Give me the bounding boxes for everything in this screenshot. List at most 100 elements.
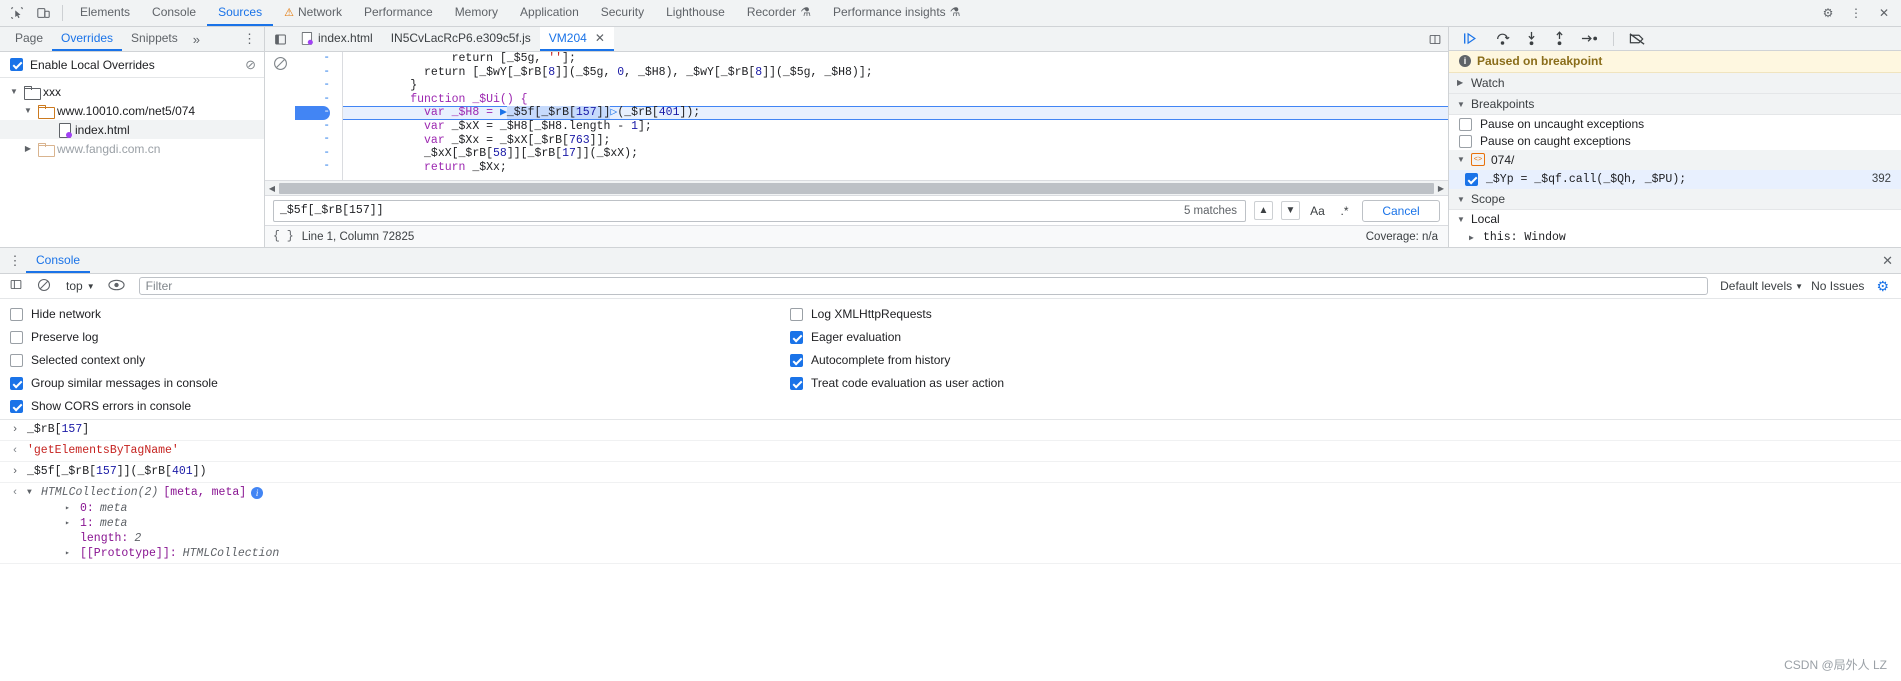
chevron-right-icon[interactable]: ▶ — [1469, 233, 1477, 243]
console-output-row[interactable]: ‹ ▼ HTMLCollection(2) [meta, meta] i ▸ 0: met… — [0, 483, 1901, 564]
object-property-row[interactable]: ▸ [[Prototype]]: HTMLCollection — [27, 546, 1893, 561]
nav-tab-overrides[interactable]: Overrides — [52, 27, 123, 51]
scrollbar-thumb[interactable] — [279, 182, 1434, 194]
nav-more-tabs-icon[interactable]: » — [187, 32, 206, 47]
enable-local-overrides-row[interactable]: Enable Local Overrides ⊘ — [0, 52, 264, 78]
console-filter-input[interactable]: Filter — [138, 277, 1709, 295]
info-icon[interactable]: i — [251, 487, 264, 499]
chevron-down-icon[interactable]: ▼ — [22, 106, 34, 115]
regex-button[interactable]: .* — [1335, 201, 1354, 220]
code-line[interactable]: function _$Ui() { — [343, 93, 1448, 107]
more-options-icon[interactable]: ⋮ — [1843, 1, 1869, 25]
match-case-button[interactable]: Aa — [1308, 201, 1327, 220]
code-line[interactable]: var _$Xx = _$xX[_$rB[763]]; — [343, 134, 1448, 148]
chevron-right-icon[interactable]: ▶ — [1457, 78, 1465, 87]
chevron-down-icon[interactable]: ▼ — [8, 87, 20, 96]
object-property-row[interactable]: ▸ 1: meta — [27, 516, 1893, 531]
tab-performance-insights[interactable]: Performance insights ⚗ — [822, 0, 971, 26]
treat-code-evaluation-checkbox[interactable] — [790, 376, 803, 390]
enable-local-overrides-checkbox[interactable] — [10, 58, 23, 71]
breakpoint-group-header[interactable]: ▼ <> 074/ — [1449, 150, 1901, 170]
group-similar-messages-checkbox[interactable] — [10, 376, 23, 390]
editor-tab-vm204[interactable]: VM204 ✕ — [539, 27, 614, 51]
log-level-selector[interactable]: Default levels ▼ — [1720, 279, 1803, 293]
step-over-next-function-call-icon[interactable] — [1495, 32, 1510, 46]
editor-tab-index-html[interactable]: index.html — [291, 27, 382, 51]
setting-eager-evaluation[interactable]: Eager evaluation — [790, 330, 1004, 344]
console-settings-gear-icon[interactable]: ⚙ — [1876, 278, 1895, 295]
tab-sources[interactable]: Sources — [207, 0, 274, 26]
setting-treat-code-evaluation-as-user-action[interactable]: Treat code evaluation as user action — [790, 376, 1004, 390]
clear-console-icon[interactable] — [34, 278, 54, 295]
selected-context-only-checkbox[interactable] — [10, 353, 23, 367]
nav-tab-snippets[interactable]: Snippets — [122, 27, 187, 51]
show-navigator-icon[interactable] — [269, 33, 291, 46]
scroll-left-icon[interactable]: ◀ — [265, 184, 279, 193]
log-xmlhttprequests-checkbox[interactable] — [790, 307, 803, 321]
chevron-right-icon[interactable]: ▸ — [65, 546, 74, 561]
search-next-button[interactable]: ▼ — [1281, 201, 1300, 220]
deactivate-breakpoints-icon[interactable] — [1629, 32, 1646, 46]
live-expression-icon[interactable] — [107, 279, 127, 294]
more-options-icon[interactable]: ⋮ — [243, 31, 256, 47]
tree-row[interactable]: ▼ www.10010.com/net5/074 — [0, 101, 264, 120]
code-line[interactable]: return [_$wY[_$rB[8]](_$5g, 0, _$H8), _$… — [343, 66, 1448, 80]
step-out-of-current-function-icon[interactable] — [1553, 31, 1566, 46]
step-into-next-function-call-icon[interactable] — [1525, 31, 1538, 46]
setting-log-xmlhttprequests[interactable]: Log XMLHttpRequests — [790, 307, 1004, 321]
code-editor[interactable]: - - - - - - - - - return [_$5g, '']; ret… — [265, 52, 1448, 180]
step-icon[interactable] — [1581, 32, 1598, 45]
search-cancel-button[interactable]: Cancel — [1362, 199, 1440, 222]
tab-lighthouse[interactable]: Lighthouse — [655, 0, 736, 26]
chevron-right-icon[interactable]: ▶ — [22, 144, 34, 153]
chevron-down-icon[interactable]: ▼ — [1457, 195, 1465, 204]
editor-more-icon[interactable] — [1428, 33, 1442, 46]
line-number-gutter[interactable]: - - - - - - - - - — [295, 52, 343, 180]
setting-show-cors-errors[interactable]: Show CORS errors in console — [10, 399, 790, 413]
execution-context-selector[interactable]: top ▼ — [62, 279, 99, 293]
close-drawer-icon[interactable]: ✕ — [1882, 253, 1893, 269]
chevron-down-icon[interactable]: ▼ — [1457, 100, 1465, 109]
close-icon[interactable]: ✕ — [1871, 1, 1897, 25]
resume-script-execution-icon[interactable] — [1463, 32, 1480, 45]
tab-security[interactable]: Security — [590, 0, 655, 26]
editor-horizontal-scrollbar[interactable]: ◀ ▶ — [265, 180, 1448, 195]
hide-network-checkbox[interactable] — [10, 307, 23, 321]
chevron-down-icon[interactable]: ▼ — [1457, 155, 1465, 164]
drawer-tab-console[interactable]: Console — [26, 248, 91, 273]
tab-application[interactable]: Application — [509, 0, 590, 26]
pause-on-caught-exceptions-checkbox[interactable] — [1459, 134, 1472, 148]
tab-network[interactable]: ⚠ Network — [273, 0, 353, 26]
code-line-container[interactable]: return [_$5g, '']; return [_$wY[_$rB[8]]… — [343, 52, 1448, 180]
pause-on-uncaught-exceptions-checkbox[interactable] — [1459, 117, 1472, 131]
object-property-row[interactable]: ▸ 0: meta — [27, 501, 1893, 516]
pretty-print-icon[interactable]: { } — [273, 230, 294, 243]
tab-performance[interactable]: Performance — [353, 0, 444, 26]
gear-icon[interactable]: ⚙ — [1815, 1, 1841, 25]
watch-section-header[interactable]: ▶ Watch — [1449, 72, 1901, 94]
code-line[interactable]: var _$xX = _$H8[_$H8.length - 1]; — [343, 120, 1448, 134]
tree-row[interactable]: ▼ xxx — [0, 82, 264, 101]
console-sidebar-icon[interactable] — [6, 278, 26, 294]
search-prev-button[interactable]: ▲ — [1254, 201, 1273, 220]
issues-counter[interactable]: No Issues — [1811, 279, 1868, 293]
breakpoint-item[interactable]: _$Yp = _$qf.call(_$Qh, _$PU); 392 — [1449, 169, 1901, 189]
search-input[interactable]: _$5f[_$rB[157]] 5 matches — [273, 199, 1246, 222]
chevron-down-icon[interactable]: ▼ — [1457, 215, 1465, 224]
setting-group-similar-messages[interactable]: Group similar messages in console — [10, 376, 790, 390]
setting-preserve-log[interactable]: Preserve log — [10, 330, 790, 344]
tree-row[interactable]: ▶ www.fangdi.com.cn — [0, 139, 264, 158]
code-line[interactable]: return [_$5g, '']; — [343, 52, 1448, 66]
scope-section-header[interactable]: ▼ Scope — [1449, 188, 1901, 211]
pause-on-uncaught-exceptions-row[interactable]: Pause on uncaught exceptions — [1449, 115, 1901, 132]
close-icon[interactable]: ✕ — [595, 31, 605, 45]
clear-overrides-icon[interactable]: ⊘ — [245, 57, 256, 73]
console-message-list[interactable]: › _$rB[157] ‹'getElementsByTagName' › _$5f[_… — [0, 420, 1901, 681]
scope-local-row[interactable]: ▼ Local — [1449, 210, 1901, 228]
inspect-element-icon[interactable] — [4, 1, 30, 25]
device-toolbar-icon[interactable] — [30, 1, 56, 25]
eager-evaluation-checkbox[interactable] — [790, 330, 803, 344]
chevron-right-icon[interactable]: ▸ — [65, 501, 74, 516]
chevron-right-icon[interactable]: ▸ — [65, 516, 74, 531]
tab-console[interactable]: Console — [141, 0, 207, 26]
